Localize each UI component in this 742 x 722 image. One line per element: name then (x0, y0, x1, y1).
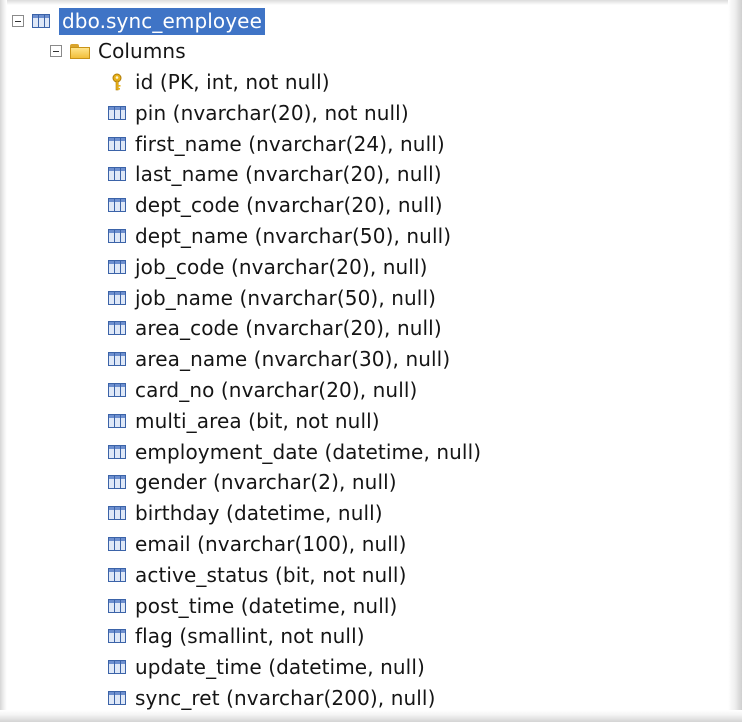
column-label[interactable]: dept_code (nvarchar(20), null) (135, 193, 443, 217)
tree-node-column[interactable]: gender (nvarchar(2), null) (108, 467, 397, 497)
tree-node-column[interactable]: update_time (datetime, null) (108, 652, 425, 682)
left-shadow (0, 0, 7, 722)
column-icon (108, 691, 126, 705)
tree-node-column[interactable]: active_status (bit, not null) (108, 560, 407, 590)
column-icon (108, 321, 126, 336)
tree-node-column[interactable]: dept_code (nvarchar(20), null) (108, 190, 443, 220)
top-shadow (0, 0, 742, 5)
tree-node-column[interactable]: job_name (nvarchar(50), null) (108, 283, 436, 313)
column-icon (108, 383, 126, 397)
column-label[interactable]: card_no (nvarchar(20), null) (135, 378, 417, 402)
column-label[interactable]: area_name (nvarchar(30), null) (135, 347, 450, 371)
tree-node-column[interactable]: dept_name (nvarchar(50), null) (108, 221, 451, 251)
tree-node-table[interactable]: dbo.sync_employee (12, 6, 265, 36)
tree-node-column[interactable]: card_no (nvarchar(20), null) (108, 375, 417, 405)
column-label[interactable]: birthday (datetime, null) (135, 501, 383, 525)
column-icon (108, 537, 126, 551)
tree-node-columns-folder[interactable]: Columns (50, 36, 186, 66)
column-label[interactable]: pin (nvarchar(20), not null) (135, 101, 409, 125)
column-icon (108, 136, 126, 151)
column-label[interactable]: area_code (nvarchar(20), null) (135, 316, 442, 340)
column-icon (108, 629, 126, 644)
tree-node-column[interactable]: birthday (datetime, null) (108, 498, 383, 528)
column-label[interactable]: active_status (bit, not null) (135, 563, 407, 587)
column-icon (108, 567, 126, 582)
column-label[interactable]: employment_date (datetime, null) (135, 440, 481, 464)
object-explorer-panel: dbo.sync_employee Columns id (PK, int, n… (0, 0, 742, 722)
right-shadow (728, 0, 742, 722)
table-node-label[interactable]: dbo.sync_employee (59, 7, 265, 35)
column-label[interactable]: job_name (nvarchar(50), null) (135, 286, 436, 310)
column-label[interactable]: gender (nvarchar(2), null) (135, 470, 397, 494)
column-icon (108, 259, 126, 274)
column-label[interactable]: post_time (datetime, null) (135, 594, 397, 618)
key-icon (112, 73, 122, 91)
column-label[interactable]: flag (smallint, not null) (135, 624, 365, 648)
column-icon (108, 660, 126, 675)
tree-node-column[interactable]: multi_area (bit, not null) (108, 406, 380, 436)
column-label[interactable]: last_name (nvarchar(20), null) (135, 162, 442, 186)
column-icon (108, 352, 126, 367)
column-label[interactable]: dept_name (nvarchar(50), null) (135, 224, 451, 248)
column-label[interactable]: sync_ret (nvarchar(200), null) (135, 686, 435, 710)
column-icon (108, 598, 126, 613)
column-label[interactable]: first_name (nvarchar(24), null) (135, 132, 445, 156)
tree-node-column[interactable]: sync_ret (nvarchar(200), null) (108, 683, 435, 713)
tree-node-column[interactable]: last_name (nvarchar(20), null) (108, 159, 442, 189)
tree-node-column[interactable]: pin (nvarchar(20), not null) (108, 98, 409, 128)
column-icon (108, 198, 126, 213)
tree-node-column[interactable]: area_code (nvarchar(20), null) (108, 313, 442, 343)
tree-node-column[interactable]: area_name (nvarchar(30), null) (108, 344, 450, 374)
tree-node-column[interactable]: email (nvarchar(100), null) (108, 529, 406, 559)
table-icon (32, 14, 50, 28)
tree-node-column[interactable]: employment_date (datetime, null) (108, 437, 481, 467)
collapse-icon[interactable] (50, 45, 62, 57)
tree-node-column[interactable]: flag (smallint, not null) (108, 621, 365, 651)
column-icon (108, 105, 126, 120)
tree-node-column[interactable]: post_time (datetime, null) (108, 591, 397, 621)
tree-node-column[interactable]: job_code (nvarchar(20), null) (108, 252, 428, 282)
tree-node-column[interactable]: id (PK, int, not null) (108, 67, 330, 97)
folder-icon (70, 43, 90, 59)
column-icon (108, 413, 126, 428)
column-icon (108, 475, 126, 490)
collapse-icon[interactable] (12, 15, 24, 27)
column-label[interactable]: multi_area (bit, not null) (135, 409, 380, 433)
tree-node-column[interactable]: first_name (nvarchar(24), null) (108, 129, 445, 159)
column-icon (108, 290, 126, 305)
column-label[interactable]: email (nvarchar(100), null) (135, 532, 406, 556)
column-icon (108, 167, 126, 182)
column-label[interactable]: job_code (nvarchar(20), null) (135, 255, 428, 279)
column-label[interactable]: id (PK, int, not null) (135, 70, 330, 94)
column-icon (108, 229, 126, 243)
column-label[interactable]: update_time (datetime, null) (135, 655, 425, 679)
column-icon (108, 444, 126, 459)
column-icon (108, 506, 126, 521)
folder-label[interactable]: Columns (98, 39, 186, 63)
